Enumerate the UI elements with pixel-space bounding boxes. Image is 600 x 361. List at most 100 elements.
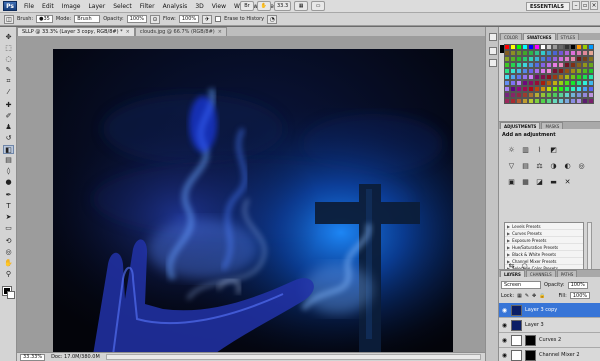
tab-document-sllp[interactable]: SLLP @ 33.3% (Layer 3 copy, RGB/8#) * × bbox=[17, 27, 135, 36]
lock-all-icon[interactable]: 🔒 bbox=[539, 293, 545, 299]
hand-tool-button[interactable]: ✋ bbox=[257, 1, 271, 11]
pressure-opacity-icon[interactable]: ⊙ bbox=[150, 14, 161, 24]
close-button[interactable]: × bbox=[590, 1, 598, 10]
fill-field[interactable]: 100% bbox=[569, 292, 591, 299]
path-select-icon[interactable]: ➤ bbox=[3, 213, 14, 222]
clone-stamp-icon[interactable]: ♟ bbox=[3, 123, 14, 132]
brightness-contrast-icon[interactable]: ☼ bbox=[507, 146, 516, 154]
type-icon[interactable]: T bbox=[3, 202, 14, 211]
airbrush-icon[interactable]: ✈ bbox=[202, 14, 213, 24]
posterize-icon[interactable]: ▦ bbox=[521, 178, 530, 186]
menu-filter[interactable]: Filter bbox=[136, 3, 159, 10]
threshold-icon[interactable]: ◪ bbox=[535, 178, 544, 186]
preset-levels[interactable]: ▶ Levels Presets bbox=[505, 223, 583, 230]
menu-select[interactable]: Select bbox=[109, 3, 136, 10]
eye-icon[interactable]: ◉ bbox=[501, 352, 508, 359]
menu-file[interactable]: File bbox=[20, 3, 38, 10]
preset-exposure[interactable]: ▶ Exposure Presets bbox=[505, 237, 583, 244]
eraser-icon[interactable]: ◫ bbox=[4, 14, 14, 24]
levels-icon[interactable]: ▥ bbox=[521, 146, 530, 154]
document-canvas[interactable] bbox=[53, 49, 453, 355]
zoom-level-field[interactable]: 33.3 bbox=[274, 1, 292, 11]
move-icon[interactable]: ✥ bbox=[3, 33, 14, 42]
gradient-icon[interactable]: ▤ bbox=[3, 156, 14, 165]
healing-icon[interactable]: ✚ bbox=[3, 101, 14, 110]
workspace-switcher[interactable]: ESSENTIALS bbox=[526, 2, 570, 11]
tab-swatches[interactable]: SWATCHES bbox=[522, 33, 556, 40]
hand-icon[interactable]: ✋ bbox=[3, 259, 14, 268]
tablet-pressure-icon[interactable]: ◔ bbox=[267, 14, 278, 24]
zoom-level-input[interactable]: 33.33% bbox=[20, 353, 46, 361]
layer-row[interactable]: ◉ Curves 2 bbox=[499, 333, 600, 348]
gradient-map-icon[interactable]: ▬ bbox=[549, 178, 558, 186]
3d-orbit-icon[interactable]: ◎ bbox=[3, 248, 14, 257]
vibrance-icon[interactable]: ▽ bbox=[507, 162, 516, 170]
bridge-button[interactable]: Br bbox=[240, 1, 254, 11]
blur-icon[interactable]: ◊ bbox=[3, 167, 14, 176]
curves-icon[interactable]: ⌇ bbox=[535, 146, 544, 154]
blend-mode-select[interactable]: Screen bbox=[501, 281, 541, 289]
erase-history-checkbox[interactable] bbox=[215, 16, 222, 22]
arrange-documents-button[interactable]: ▦ bbox=[294, 1, 309, 11]
preset-curves[interactable]: ▶ Curves Presets bbox=[505, 230, 583, 237]
menu-view[interactable]: View bbox=[208, 3, 230, 10]
exposure-icon[interactable]: ◩ bbox=[549, 146, 558, 154]
maximize-button[interactable]: ▫ bbox=[581, 1, 589, 10]
mode-select[interactable]: Brush bbox=[74, 15, 101, 23]
layer-row[interactable]: ◉ Channel Mixer 2 bbox=[499, 348, 600, 361]
brush-size-picker[interactable]: ● 35 bbox=[36, 15, 53, 23]
tab-channels[interactable]: CHANNELS bbox=[525, 270, 556, 277]
document-size-info[interactable]: Doc: 17.0M/380.0M bbox=[51, 354, 100, 360]
shape-icon[interactable]: ▭ bbox=[3, 224, 14, 233]
quick-select-icon[interactable]: ✎ bbox=[3, 66, 14, 75]
presets-scrollbar[interactable] bbox=[587, 222, 592, 272]
canvas-area[interactable] bbox=[17, 36, 485, 355]
layer-row[interactable]: ◉ Layer 3 bbox=[499, 318, 600, 333]
close-icon[interactable]: × bbox=[218, 29, 222, 35]
tab-adjustments[interactable]: ADJUSTMENTS bbox=[500, 122, 541, 129]
brush-icon[interactable]: ✐ bbox=[3, 112, 14, 121]
background-color-swatch[interactable] bbox=[7, 291, 15, 299]
crop-icon[interactable]: ⌗ bbox=[3, 77, 14, 86]
collapse-panels-icon[interactable] bbox=[489, 33, 497, 41]
tab-layers[interactable]: LAYERS bbox=[500, 270, 525, 277]
close-icon[interactable]: × bbox=[126, 29, 130, 35]
menu-analysis[interactable]: Analysis bbox=[159, 3, 192, 10]
eyedropper-icon[interactable]: ⁄ bbox=[3, 88, 14, 97]
actions-panel-icon[interactable] bbox=[489, 59, 497, 67]
menu-3d[interactable]: 3D bbox=[191, 3, 207, 10]
tab-styles[interactable]: STYLES bbox=[556, 33, 580, 40]
eye-icon[interactable]: ◉ bbox=[501, 322, 508, 329]
tab-masks[interactable]: MASKS bbox=[541, 122, 564, 129]
photo-filter-icon[interactable]: ◐ bbox=[563, 162, 572, 170]
menu-image[interactable]: Image bbox=[58, 3, 85, 10]
history-panel-icon[interactable] bbox=[489, 47, 497, 55]
zoom-icon[interactable]: ⚲ bbox=[3, 270, 14, 279]
preset-hue-saturation[interactable]: ▶ Hue/Saturation Presets bbox=[505, 244, 583, 251]
menu-edit[interactable]: Edit bbox=[38, 3, 58, 10]
lasso-icon[interactable]: ◌ bbox=[3, 55, 14, 64]
horizontal-scrollbar[interactable] bbox=[105, 354, 481, 360]
hue-saturation-icon[interactable]: ▤ bbox=[521, 162, 530, 170]
menu-layer[interactable]: Layer bbox=[84, 3, 109, 10]
black-white-icon[interactable]: ◑ bbox=[549, 162, 558, 170]
eraser-icon[interactable]: ◧ bbox=[3, 145, 14, 154]
eye-icon[interactable]: ◉ bbox=[501, 307, 508, 314]
swatch[interactable] bbox=[588, 98, 594, 104]
dodge-icon[interactable]: ● bbox=[3, 178, 14, 187]
lock-transparency-icon[interactable]: ▦ bbox=[517, 293, 522, 299]
preset-black-white[interactable]: ▶ Black & White Presets bbox=[505, 251, 583, 258]
color-balance-icon[interactable]: ⚖ bbox=[535, 162, 544, 170]
lock-pixels-icon[interactable]: ✎ bbox=[525, 293, 529, 299]
history-brush-icon[interactable]: ↺ bbox=[3, 134, 14, 143]
tab-document-clouds[interactable]: clouds.jpg @ 66.7% (RGB/8#) × bbox=[134, 27, 227, 36]
swatch-grid[interactable] bbox=[504, 44, 596, 104]
tab-color[interactable]: COLOR bbox=[500, 33, 522, 40]
3d-rotate-icon[interactable]: ⟲ bbox=[3, 237, 14, 246]
layer-row[interactable]: ◉ Layer 3 copy bbox=[499, 303, 600, 318]
invert-icon[interactable]: ▣ bbox=[507, 178, 516, 186]
opacity-field[interactable]: 100% bbox=[126, 15, 148, 23]
screen-mode-button[interactable]: ▭ bbox=[311, 1, 326, 11]
minimize-button[interactable]: – bbox=[572, 1, 580, 10]
tab-paths[interactable]: PATHS bbox=[556, 270, 578, 277]
